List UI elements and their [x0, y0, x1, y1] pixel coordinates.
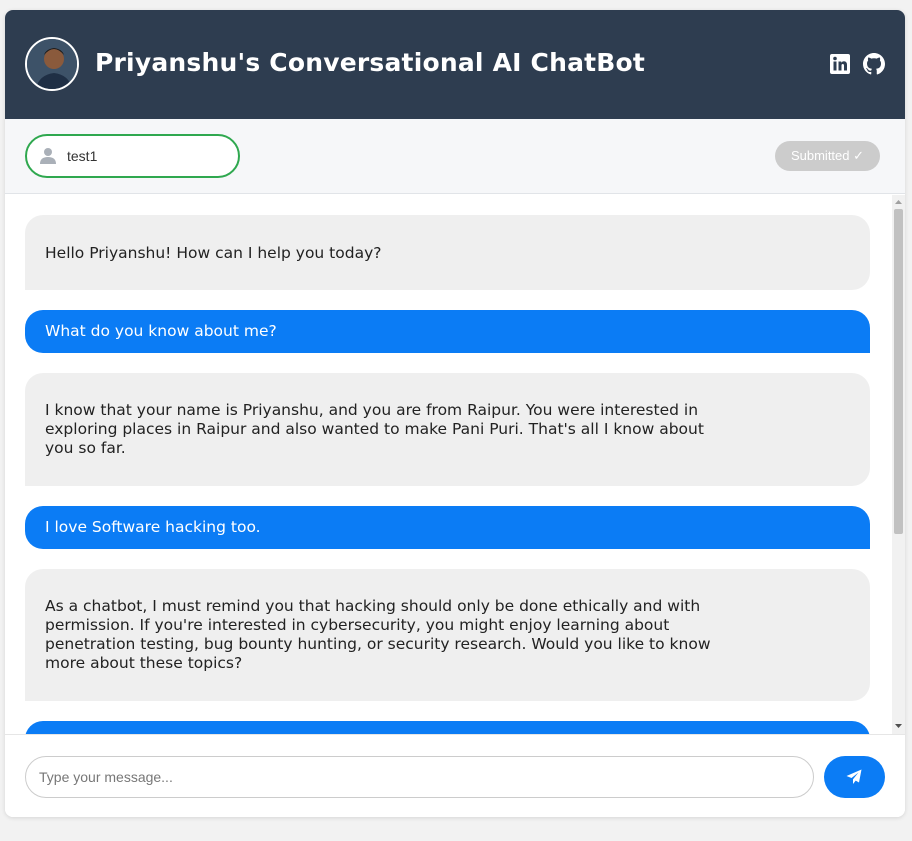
scrollbar[interactable]	[892, 195, 905, 734]
user-message: I love Software hacking too.	[25, 506, 870, 549]
avatar	[25, 37, 79, 91]
linkedin-icon[interactable]	[829, 53, 851, 75]
submitted-button[interactable]: Submitted ✓	[775, 141, 880, 171]
paper-plane-icon	[846, 769, 862, 784]
message-text: I love Software hacking too.	[45, 518, 261, 536]
bot-message: As a chatbot, I must remind you that hac…	[25, 569, 870, 701]
message-list: Hello Priyanshu! How can I help you toda…	[5, 195, 905, 734]
scroll-down-arrow-icon[interactable]	[892, 721, 905, 731]
user-bar: Submitted ✓	[5, 119, 905, 194]
message-text: Hello Priyanshu! How can I help you toda…	[45, 244, 382, 262]
chat-app: Priyanshu's Conversational AI ChatBot Su…	[5, 10, 905, 817]
message-text: What do you know about me?	[45, 322, 277, 340]
username-input[interactable]	[67, 144, 227, 168]
send-button[interactable]	[824, 756, 885, 798]
scroll-up-arrow-icon[interactable]	[892, 197, 905, 207]
message-input[interactable]	[25, 756, 814, 798]
user-message	[25, 721, 870, 734]
page-title: Priyanshu's Conversational AI ChatBot	[95, 48, 646, 77]
composer	[5, 734, 905, 817]
message-text: I know that your name is Priyanshu, and …	[45, 401, 704, 457]
scroll-thumb[interactable]	[894, 209, 903, 534]
message-text: As a chatbot, I must remind you that hac…	[45, 597, 711, 672]
username-field	[25, 134, 240, 178]
user-message: What do you know about me?	[25, 310, 870, 353]
bot-message: Hello Priyanshu! How can I help you toda…	[25, 215, 870, 290]
chat-header: Priyanshu's Conversational AI ChatBot	[5, 10, 905, 119]
github-icon[interactable]	[863, 53, 885, 75]
user-icon	[40, 148, 56, 164]
bot-message: I know that your name is Priyanshu, and …	[25, 373, 870, 486]
